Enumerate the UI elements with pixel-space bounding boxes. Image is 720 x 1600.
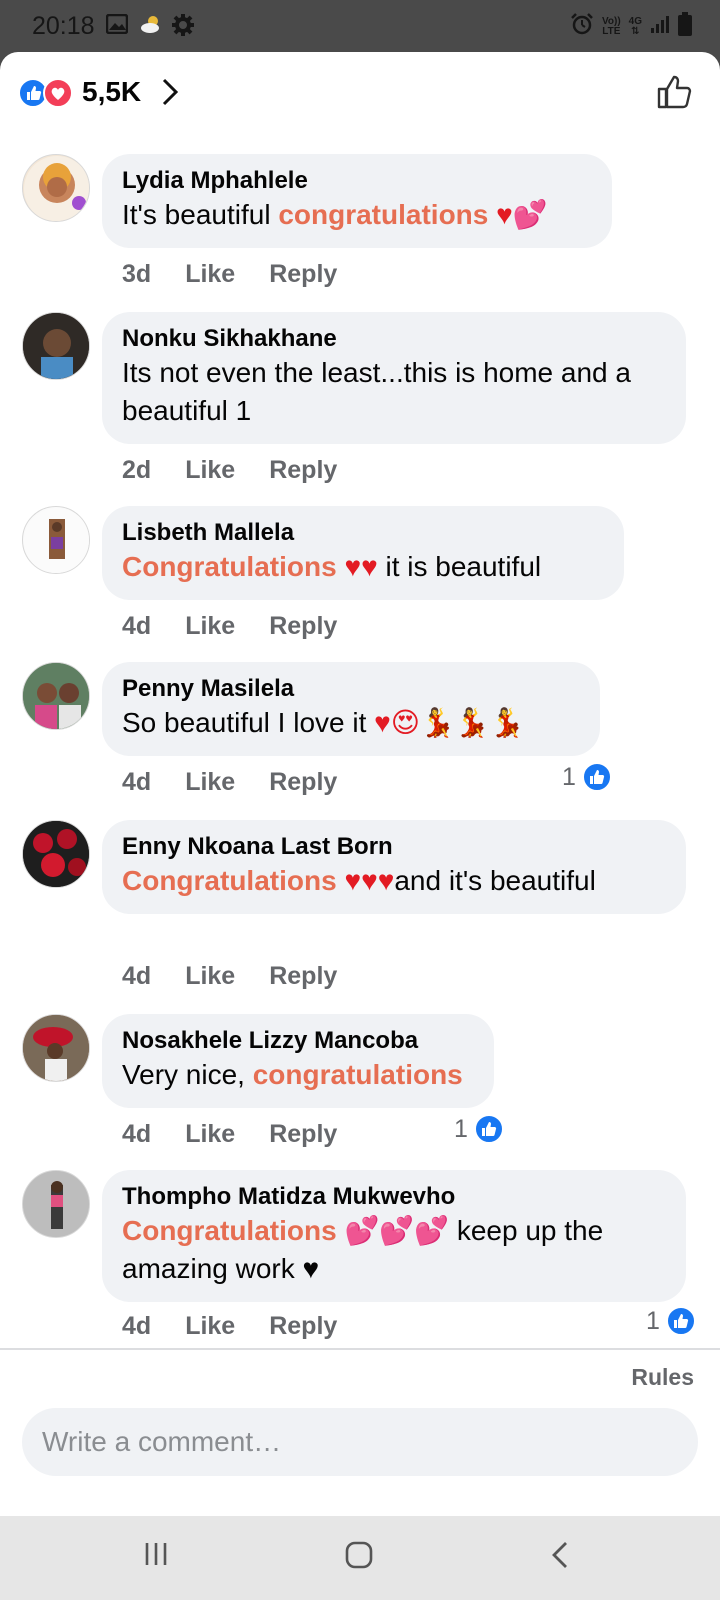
comment-text: Congratulations ♥♥ it is beautiful bbox=[122, 551, 542, 582]
settings-gear-icon bbox=[172, 14, 194, 41]
comment-bubble[interactable]: Nonku Sikhakhane Its not even the least.… bbox=[102, 312, 686, 444]
congratulations-highlight[interactable]: congratulations bbox=[278, 199, 488, 230]
comment-actions: 4d Like Reply bbox=[122, 612, 337, 641]
comment-age: 4d bbox=[122, 1312, 152, 1340]
comment-author[interactable]: Lydia Mphahlele bbox=[122, 166, 592, 196]
back-icon[interactable] bbox=[550, 1540, 570, 1575]
comment-input[interactable] bbox=[42, 1426, 678, 1458]
comment-actions: 4d Like Reply bbox=[122, 768, 337, 797]
comment-author[interactable]: Penny Masilela bbox=[122, 674, 580, 704]
like-button[interactable]: Like bbox=[185, 768, 235, 797]
divider bbox=[0, 1348, 720, 1350]
comment-bubble[interactable]: Thompho Matidza Mukwevho Congratulations… bbox=[102, 1170, 686, 1302]
comment-author[interactable]: Lisbeth Mallela bbox=[122, 518, 604, 548]
like-button[interactable]: Like bbox=[185, 456, 235, 485]
comment-bubble[interactable]: Penny Masilela So beautiful I love it ♥😍… bbox=[102, 662, 600, 756]
avatar[interactable] bbox=[22, 662, 90, 730]
system-nav-bar bbox=[0, 1516, 720, 1600]
like-button[interactable]: Like bbox=[185, 260, 235, 289]
status-time: 20:18 bbox=[32, 12, 95, 40]
comment-text: Congratulations ♥♥♥and it's beautiful bbox=[122, 865, 596, 896]
reaction-counter[interactable]: 1 bbox=[646, 1306, 696, 1336]
like-button[interactable]: Like bbox=[185, 1312, 235, 1341]
reply-button[interactable]: Reply bbox=[269, 260, 337, 289]
like-button[interactable]: Like bbox=[185, 612, 235, 641]
congratulations-highlight[interactable]: Congratulations bbox=[122, 1215, 337, 1246]
like-post-thumb-icon[interactable] bbox=[656, 74, 692, 115]
comment-bubble[interactable]: Enny Nkoana Last Born Congratulations ♥♥… bbox=[102, 820, 686, 914]
rules-link[interactable]: Rules bbox=[631, 1364, 694, 1391]
comment-age: 4d bbox=[122, 1120, 152, 1148]
like-button[interactable]: Like bbox=[185, 962, 235, 991]
avatar[interactable] bbox=[22, 1014, 90, 1082]
chevron-right-icon[interactable] bbox=[160, 76, 180, 113]
avatar[interactable] bbox=[22, 312, 90, 380]
comment-actions: 3d Like Reply bbox=[122, 260, 337, 289]
reactions-summary[interactable] bbox=[18, 78, 76, 108]
reply-button[interactable]: Reply bbox=[269, 1312, 337, 1341]
heart-eyes-dancer-emoji: ♥😍💃💃💃 bbox=[374, 707, 525, 738]
status-bar: 20:18 Vo)) LTE 4G ⇅ bbox=[0, 0, 720, 52]
heart-emoji: ♥♥ bbox=[336, 551, 378, 582]
like-thumb-icon bbox=[665, 1306, 696, 1336]
avatar[interactable] bbox=[22, 154, 90, 222]
reaction-counter[interactable]: 1 bbox=[454, 1114, 504, 1144]
reply-button[interactable]: Reply bbox=[269, 612, 337, 641]
reply-button[interactable]: Reply bbox=[269, 962, 337, 991]
comment-actions: 4d Like Reply bbox=[122, 1312, 337, 1341]
comments-sheet: 5,5K Lydia Mphahlele It's beautiful cong… bbox=[0, 52, 720, 1516]
comment-actions: 2d Like Reply bbox=[122, 456, 337, 485]
reaction-counter[interactable]: 1 bbox=[562, 762, 612, 792]
comment-author[interactable]: Nonku Sikhakhane bbox=[122, 324, 666, 354]
comment-age: 2d bbox=[122, 456, 152, 484]
volte-indicator: Vo)) LTE bbox=[601, 15, 621, 37]
comment-actions: 4d Like Reply bbox=[122, 962, 337, 991]
comment-author[interactable]: Nosakhele Lizzy Mancoba bbox=[122, 1026, 474, 1056]
comment-author[interactable]: Enny Nkoana Last Born bbox=[122, 832, 666, 862]
avatar[interactable] bbox=[22, 1170, 90, 1238]
comment-author[interactable]: Thompho Matidza Mukwevho bbox=[122, 1182, 666, 1212]
weather-icon bbox=[139, 14, 163, 39]
comment-text: Very nice, congratulations bbox=[122, 1059, 463, 1090]
comment-text: Congratulations 💕💕💕 keep up the amazing … bbox=[122, 1215, 604, 1284]
comment-age: 3d bbox=[122, 260, 152, 288]
network-indicator: 4G ⇅ bbox=[628, 15, 642, 37]
comment-bubble[interactable]: Lydia Mphahlele It's beautiful congratul… bbox=[102, 154, 612, 248]
congratulations-highlight[interactable]: congratulations bbox=[253, 1059, 463, 1090]
reactions-header: 5,5K bbox=[0, 52, 720, 138]
comment-age: 4d bbox=[122, 612, 152, 640]
avatar[interactable] bbox=[22, 506, 90, 574]
like-thumb-icon bbox=[473, 1114, 504, 1144]
battery-icon bbox=[678, 12, 692, 41]
gallery-icon bbox=[105, 13, 129, 39]
comment-text: It's beautiful congratulations ♥💕 bbox=[122, 199, 548, 230]
reply-button[interactable]: Reply bbox=[269, 768, 337, 797]
home-icon[interactable] bbox=[344, 1540, 374, 1575]
comment-age: 4d bbox=[122, 768, 152, 796]
comment-composer[interactable] bbox=[22, 1408, 698, 1476]
like-button[interactable]: Like bbox=[185, 1120, 235, 1149]
heart-emoji: ♥♥♥ bbox=[336, 865, 395, 896]
comment-age: 4d bbox=[122, 962, 152, 990]
avatar[interactable] bbox=[22, 820, 90, 888]
comment-bubble[interactable]: Lisbeth Mallela Congratulations ♥♥ it is… bbox=[102, 506, 624, 600]
heart-emoji: ♥💕 bbox=[488, 199, 548, 230]
comment-bubble[interactable]: Nosakhele Lizzy Mancoba Very nice, congr… bbox=[102, 1014, 494, 1108]
comment-text: Its not even the least...this is home an… bbox=[122, 357, 631, 426]
comment-actions: 4d Like Reply bbox=[122, 1120, 337, 1149]
reply-button[interactable]: Reply bbox=[269, 456, 337, 485]
like-thumb-icon bbox=[581, 762, 612, 792]
data-arrows-icon: ⇅ bbox=[631, 25, 640, 37]
reply-button[interactable]: Reply bbox=[269, 1120, 337, 1149]
recent-apps-icon[interactable] bbox=[142, 1540, 170, 1573]
reaction-count[interactable]: 5,5K bbox=[82, 76, 141, 108]
comment-text: So beautiful I love it ♥😍💃💃💃 bbox=[122, 707, 525, 738]
congratulations-highlight[interactable]: Congratulations bbox=[122, 551, 337, 582]
signal-icon bbox=[650, 14, 670, 39]
two-hearts-emoji: 💕💕💕 bbox=[336, 1215, 450, 1246]
alarm-icon bbox=[570, 12, 594, 41]
congratulations-highlight[interactable]: Congratulations bbox=[122, 865, 337, 896]
